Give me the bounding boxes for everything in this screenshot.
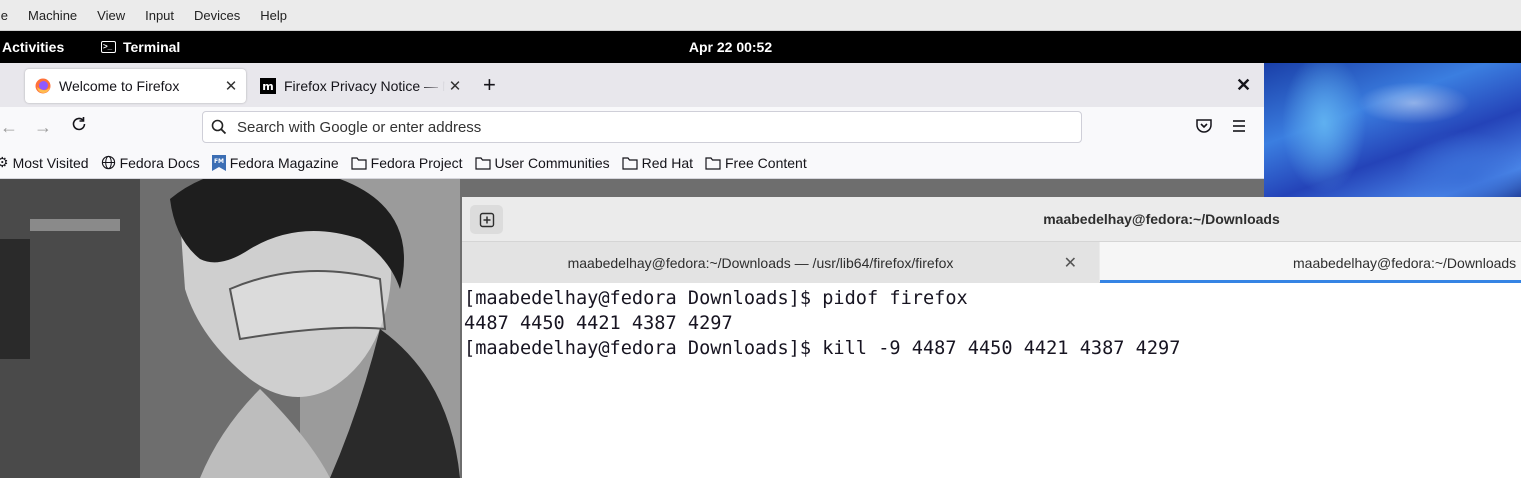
menu-devices[interactable]: Devices xyxy=(184,0,250,31)
search-icon xyxy=(211,119,227,135)
svg-text:FM: FM xyxy=(214,158,224,165)
address-placeholder: Search with Google or enter address xyxy=(237,118,482,136)
terminal-line: 4487 4450 4421 4387 4297 xyxy=(464,313,733,334)
gnome-top-bar: Activities >_ Terminal Apr 22 00:52 xyxy=(0,31,1521,63)
folder-icon xyxy=(705,156,721,170)
tab-privacy-notice[interactable]: m Firefox Privacy Notice — Mozilla ✕ xyxy=(252,69,470,103)
terminal-tab-bar: maabedelhay@fedora:~/Downloads — /usr/li… xyxy=(462,242,1521,283)
bookmarks-toolbar: ⚙ Most Visited Fedora Docs FM Fedora Mag… xyxy=(0,147,1264,179)
terminal-headerbar: maabedelhay@fedora:~/Downloads xyxy=(462,197,1521,242)
menu-view[interactable]: View xyxy=(87,0,135,31)
hamburger-menu-icon[interactable] xyxy=(1230,117,1248,140)
tab-label: maabedelhay@fedora:~/Downloads — /usr/li… xyxy=(567,254,954,271)
tab-label: Welcome to Firefox xyxy=(59,78,180,94)
menu-machine[interactable]: Machine xyxy=(18,0,87,31)
bookmark-red-hat[interactable]: Red Hat xyxy=(622,155,693,171)
window-title: maabedelhay@fedora:~/Downloads xyxy=(1043,211,1280,227)
pocket-icon[interactable] xyxy=(1195,117,1213,140)
bookmark-fedora-magazine[interactable]: FM Fedora Magazine xyxy=(211,154,339,171)
tab-welcome-to-firefox[interactable]: Welcome to Firefox ✕ xyxy=(25,69,246,103)
mozilla-logo-icon: m xyxy=(260,78,276,94)
menu-file[interactable]: ile xyxy=(0,0,18,31)
bookmark-free-content[interactable]: Free Content xyxy=(705,155,807,171)
terminal-line: [maabedelhay@fedora Downloads]$ pidof fi… xyxy=(464,288,968,309)
bookmark-label: Free Content xyxy=(725,154,807,171)
firefox-tab-bar: Welcome to Firefox ✕ m Firefox Privacy N… xyxy=(0,63,1264,107)
navigation-toolbar: ← → Search with Google or enter address xyxy=(0,107,1264,147)
close-tab-icon[interactable]: ✕ xyxy=(1064,253,1077,273)
new-tab-icon[interactable]: + xyxy=(483,73,496,97)
folder-icon xyxy=(622,156,638,170)
folder-icon xyxy=(351,156,367,170)
menu-help[interactable]: Help xyxy=(250,0,297,31)
bookmark-label: Red Hat xyxy=(641,154,693,171)
terminal-window: maabedelhay@fedora:~/Downloads maabedelh… xyxy=(462,197,1521,478)
bookmark-user-communities[interactable]: User Communities xyxy=(474,154,610,171)
reload-icon[interactable] xyxy=(70,115,88,139)
close-tab-icon[interactable]: ✕ xyxy=(221,77,241,95)
terminal-tab-active[interactable]: maabedelhay@fedora:~/Downloads xyxy=(1100,242,1521,283)
back-arrow-icon[interactable]: ← xyxy=(0,115,18,139)
clock[interactable]: Apr 22 00:52 xyxy=(0,31,1521,63)
bookmark-label: Most Visited xyxy=(12,154,89,171)
bookmark-label: Fedora Project xyxy=(370,154,463,171)
forward-arrow-icon[interactable]: → xyxy=(34,115,52,139)
menu-input[interactable]: Input xyxy=(135,0,184,31)
bookmark-fedora-project[interactable]: Fedora Project xyxy=(351,155,463,171)
terminal-output[interactable]: [maabedelhay@fedora Downloads]$ pidof fi… xyxy=(462,284,1521,478)
desktop-wallpaper xyxy=(1264,63,1521,203)
firefox-logo-icon xyxy=(35,78,51,94)
tab-label: maabedelhay@fedora:~/Downloads xyxy=(1293,254,1517,271)
bookmark-fedora-docs[interactable]: Fedora Docs xyxy=(101,155,200,171)
bookmark-most-visited[interactable]: ⚙ Most Visited xyxy=(0,154,89,171)
fedora-magazine-icon: FM xyxy=(211,154,226,171)
bookmark-label: Fedora Magazine xyxy=(229,154,339,171)
bookmark-label: User Communities xyxy=(494,154,610,171)
terminal-tab-firefox[interactable]: maabedelhay@fedora:~/Downloads — /usr/li… xyxy=(462,242,1099,283)
svg-text:m: m xyxy=(262,80,273,93)
tab-label: Firefox Privacy Notice — Mozilla xyxy=(284,78,445,94)
folder-icon xyxy=(474,156,491,170)
globe-icon xyxy=(101,155,116,170)
window-close-icon[interactable]: ✕ xyxy=(1236,75,1251,95)
gear-icon: ⚙ xyxy=(0,154,9,170)
bookmark-label: Fedora Docs xyxy=(119,154,200,171)
close-tab-icon[interactable]: ✕ xyxy=(445,77,465,95)
address-bar[interactable]: Search with Google or enter address xyxy=(202,111,1082,143)
terminal-line: [maabedelhay@fedora Downloads]$ kill -9 … xyxy=(464,338,1181,359)
vm-menubar: ile Machine View Input Devices Help xyxy=(0,0,1521,31)
